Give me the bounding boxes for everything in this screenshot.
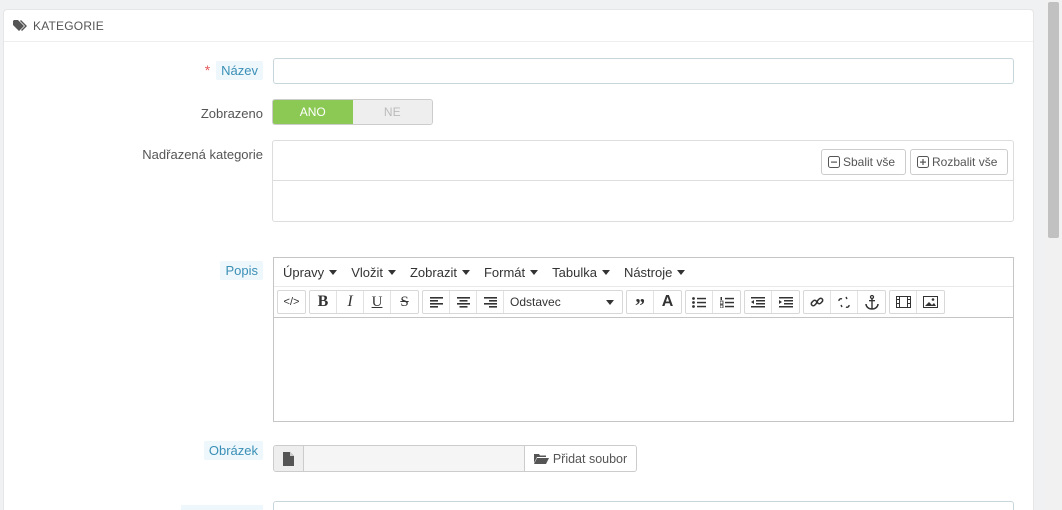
numbered-list-icon[interactable] bbox=[713, 291, 740, 313]
menu-insert[interactable]: Vložit bbox=[351, 265, 396, 280]
menu-tools[interactable]: Nástroje bbox=[623, 264, 686, 280]
image-label: Obrázek bbox=[203, 441, 263, 460]
toggle-yes[interactable]: ANO bbox=[273, 100, 353, 124]
quote-group: ” A bbox=[626, 290, 682, 317]
file-path-display[interactable] bbox=[304, 446, 524, 471]
caret-icon bbox=[677, 269, 686, 275]
tags-icon bbox=[13, 19, 27, 31]
bold-icon[interactable]: B bbox=[310, 291, 337, 313]
expand-all-button[interactable]: Rozbalit vše bbox=[910, 149, 1008, 175]
link-group bbox=[803, 290, 886, 314]
text-style-group: B I U S bbox=[309, 290, 419, 314]
list-group bbox=[685, 290, 741, 314]
add-file-label: Přidat soubor bbox=[552, 451, 628, 466]
name-input[interactable] bbox=[273, 58, 1014, 84]
caret-icon bbox=[606, 299, 614, 305]
outdent-icon[interactable] bbox=[745, 291, 772, 313]
panel-header: KATEGORIE bbox=[4, 10, 1033, 42]
plus-square-icon bbox=[917, 156, 929, 168]
anchor-icon[interactable] bbox=[858, 291, 885, 313]
caret-icon bbox=[461, 269, 470, 275]
collapse-all-button[interactable]: Sbalit vše bbox=[821, 149, 906, 175]
link-icon[interactable] bbox=[804, 291, 831, 313]
align-group: Odstavec bbox=[422, 290, 623, 314]
parent-category-label: Nadřazená kategorie bbox=[142, 147, 263, 162]
align-right-icon[interactable] bbox=[477, 291, 504, 313]
menu-view[interactable]: Zobrazit bbox=[410, 265, 470, 280]
menu-view-label: Zobrazit bbox=[409, 264, 457, 280]
panel-title: KATEGORIE bbox=[33, 18, 104, 33]
toggle-no[interactable]: NE bbox=[352, 100, 432, 124]
menu-edit[interactable]: Úpravy bbox=[283, 264, 338, 280]
media-group bbox=[889, 290, 945, 314]
desc-label: Popis bbox=[220, 261, 263, 280]
blockquote-icon[interactable]: ” bbox=[627, 291, 654, 317]
caret-icon bbox=[530, 269, 539, 275]
unlink-icon[interactable] bbox=[831, 291, 858, 313]
indent-group bbox=[744, 290, 800, 314]
bullet-list-icon[interactable] bbox=[686, 291, 713, 313]
folder-open-icon bbox=[533, 454, 549, 464]
block-format-value: Odstavec bbox=[510, 295, 561, 309]
editor-toolbar: </> B I U S Odstavec ” A bbox=[274, 287, 1013, 318]
desc-label-wrap: Popis bbox=[200, 261, 263, 280]
text-color-icon[interactable]: A bbox=[654, 291, 681, 313]
block-format-select[interactable]: Odstavec bbox=[504, 291, 622, 313]
code-group: </> bbox=[277, 290, 306, 314]
menu-insert-label: Vložit bbox=[351, 264, 383, 280]
next-field-label bbox=[181, 505, 263, 510]
scrollbar-thumb[interactable] bbox=[1048, 2, 1059, 238]
menu-tools-label: Nástroje bbox=[623, 264, 673, 280]
add-file-button[interactable]: Přidat soubor bbox=[524, 446, 636, 471]
image-label-wrap: Obrázek bbox=[180, 441, 263, 460]
editor-menubar: Úpravy Vložit Zobrazit Formát Tabulka Ná… bbox=[274, 258, 1013, 287]
name-label-wrap: * Název bbox=[160, 61, 263, 80]
menu-edit-label: Úpravy bbox=[283, 264, 325, 280]
editor-content-area[interactable] bbox=[274, 318, 1013, 420]
video-icon[interactable] bbox=[890, 291, 917, 313]
file-icon bbox=[274, 446, 304, 471]
menu-table-label: Tabulka bbox=[552, 264, 597, 280]
source-code-icon[interactable]: </> bbox=[278, 291, 305, 313]
expand-all-label: Rozbalit vše bbox=[932, 155, 998, 169]
indent-icon[interactable] bbox=[772, 291, 799, 313]
caret-icon bbox=[601, 269, 610, 275]
image-icon[interactable] bbox=[917, 291, 944, 313]
required-marker: * bbox=[204, 62, 211, 78]
caret-icon bbox=[329, 269, 338, 275]
caret-icon bbox=[387, 269, 396, 275]
minus-square-icon bbox=[828, 156, 840, 168]
displayed-label: Zobrazeno bbox=[200, 106, 263, 121]
menu-table[interactable]: Tabulka bbox=[552, 265, 610, 280]
rich-text-editor: Úpravy Vložit Zobrazit Formát Tabulka Ná… bbox=[273, 257, 1014, 422]
name-label: Název bbox=[216, 61, 263, 80]
italic-icon[interactable]: I bbox=[337, 291, 364, 313]
next-field-input[interactable] bbox=[273, 501, 1014, 510]
menu-format[interactable]: Formát bbox=[483, 264, 539, 280]
underline-icon[interactable]: U bbox=[364, 291, 391, 313]
displayed-toggle[interactable]: ANO NE bbox=[272, 99, 433, 125]
image-file-field: Přidat soubor bbox=[273, 445, 637, 472]
category-tree: Sbalit vše Rozbalit vše bbox=[272, 140, 1014, 222]
align-center-icon[interactable] bbox=[450, 291, 477, 313]
strikethrough-icon[interactable]: S bbox=[391, 291, 418, 313]
collapse-all-label: Sbalit vše bbox=[843, 155, 896, 169]
menu-format-label: Formát bbox=[483, 264, 526, 280]
tree-toolbar: Sbalit vše Rozbalit vše bbox=[273, 141, 1013, 181]
align-left-icon[interactable] bbox=[423, 291, 450, 313]
